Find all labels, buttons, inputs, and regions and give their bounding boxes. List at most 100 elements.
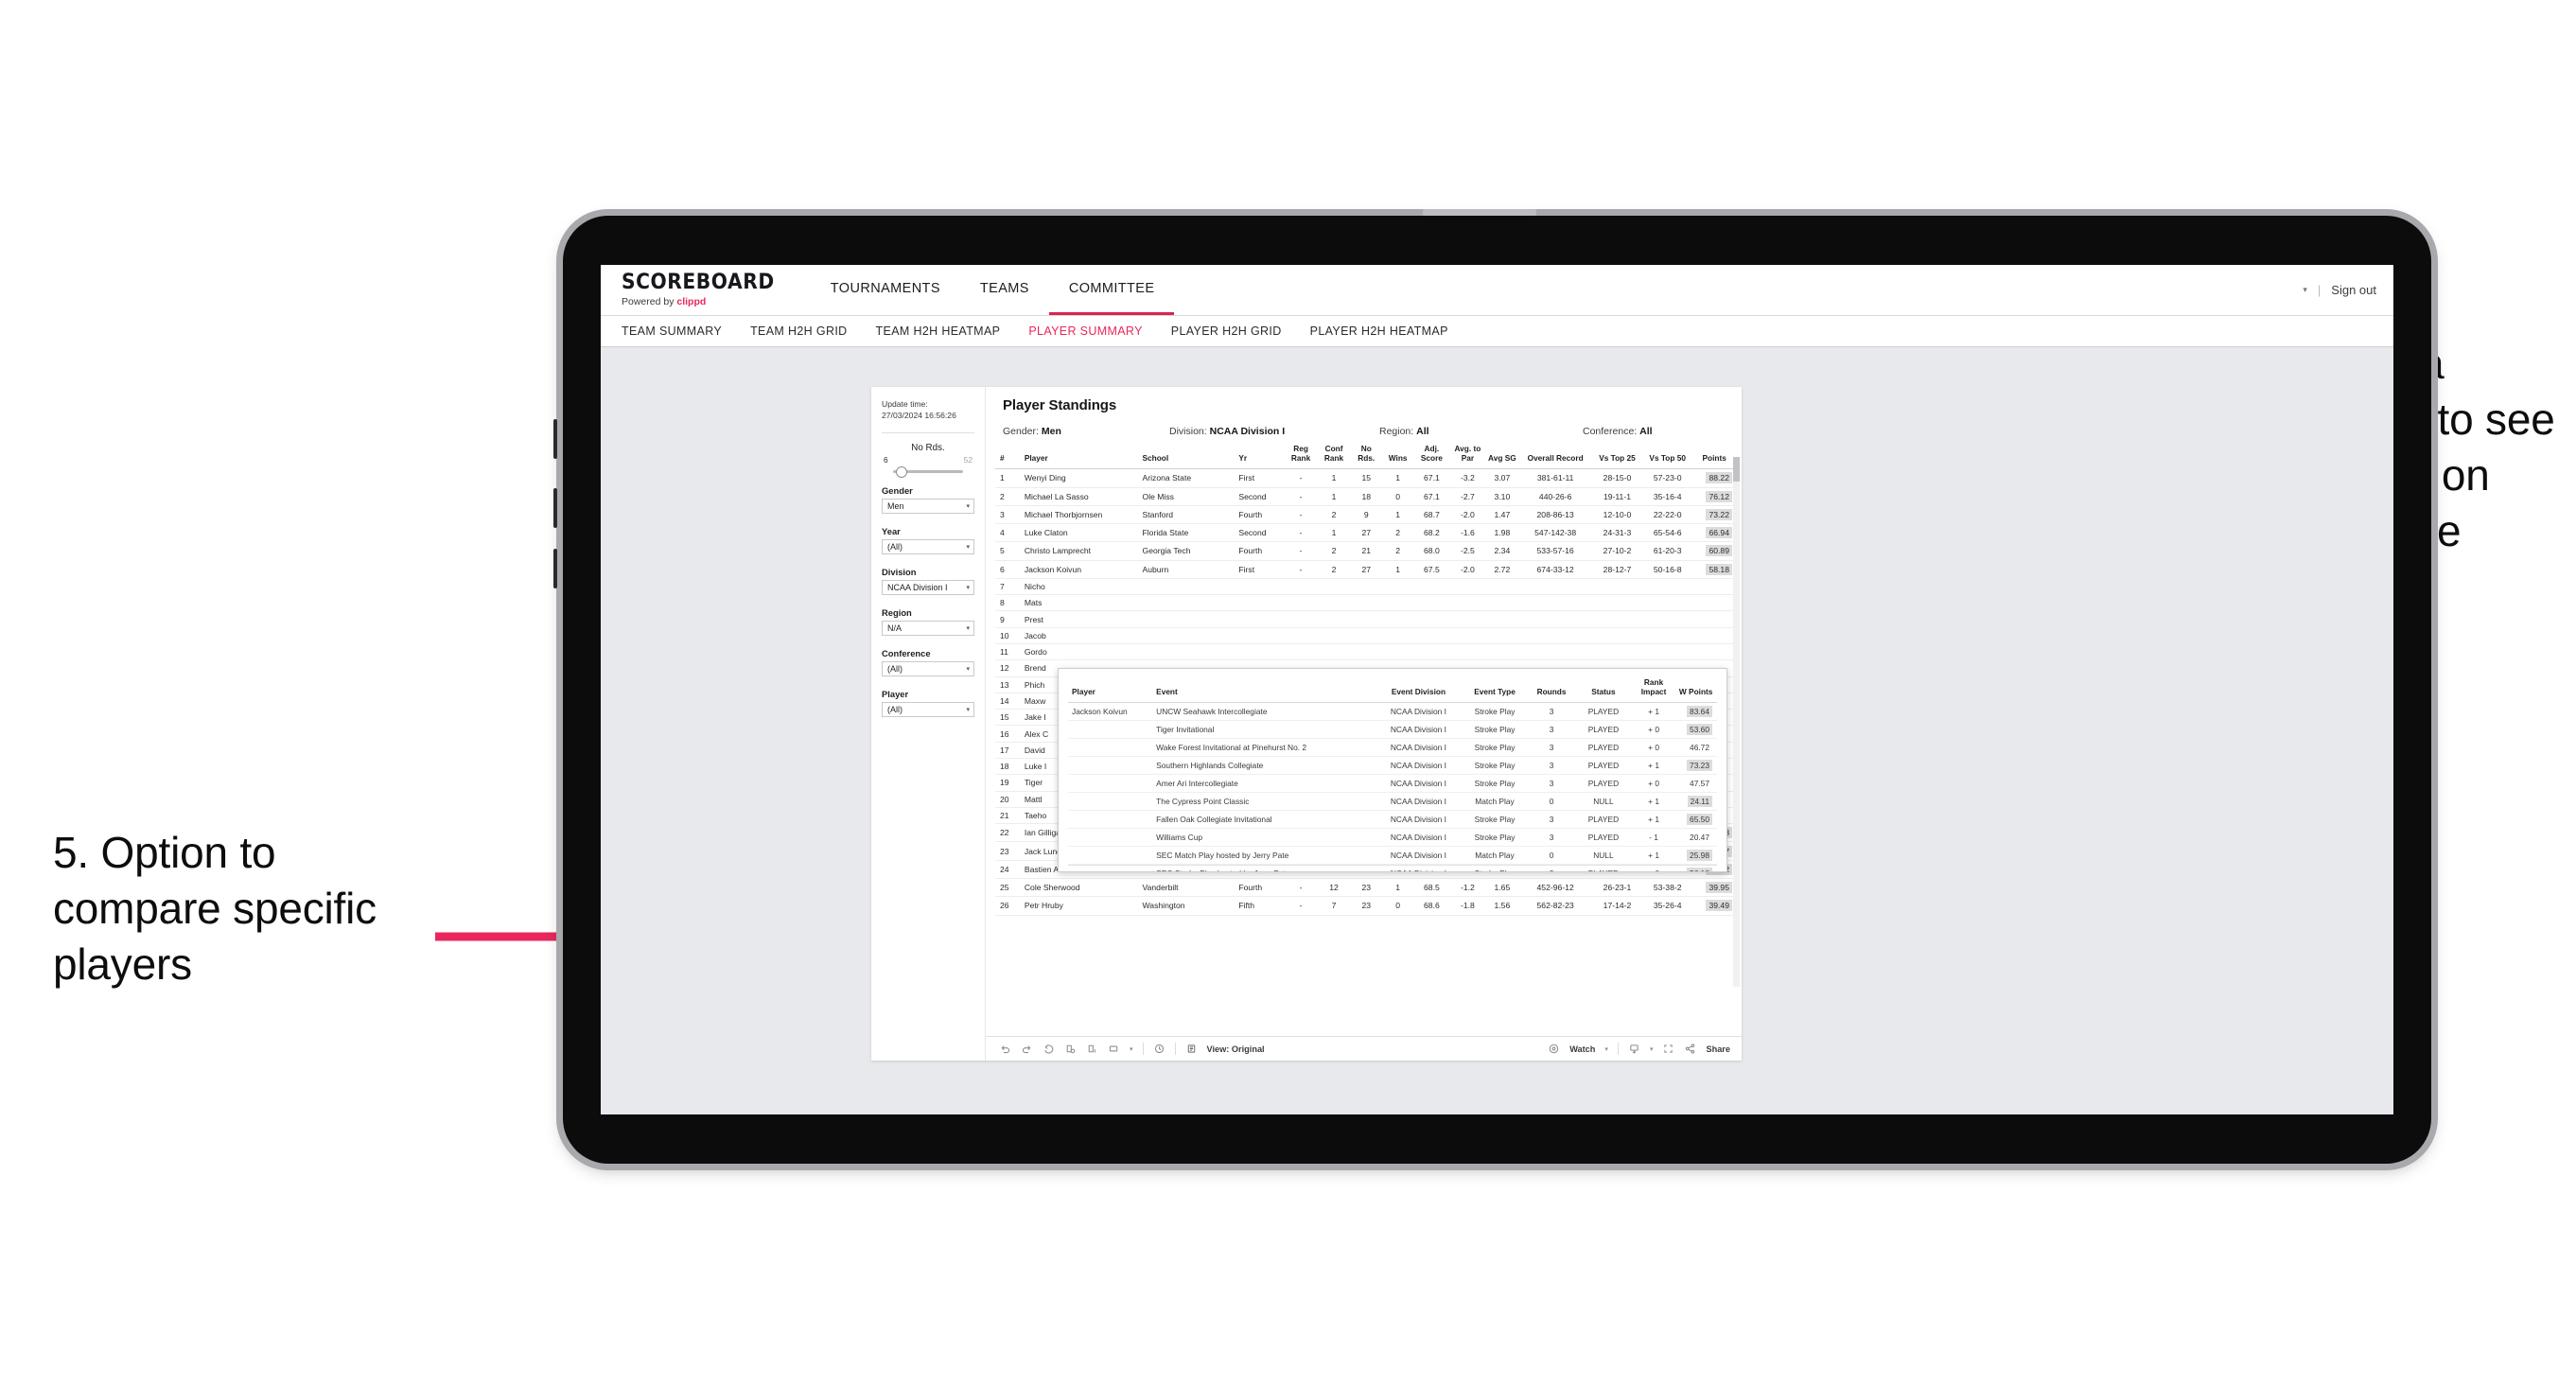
slider-track[interactable]	[893, 465, 963, 478]
points-cell[interactable]	[1692, 627, 1736, 645]
standings-table-scroll[interactable]: # Player School Yr Reg Rank Conf Rank No…	[986, 437, 1742, 1036]
fullscreen-icon[interactable]	[1662, 1043, 1674, 1055]
col-school[interactable]: School	[1137, 437, 1235, 470]
table-row[interactable]: 4 Luke Claton Florida State Second -1 27 2 68.2…	[995, 523, 1736, 543]
rank-cell: 1	[995, 468, 1020, 488]
view-original-label[interactable]: View: Original	[1207, 1044, 1265, 1054]
table-row[interactable]: 2 Michael La Sasso Ole Miss Second -1 18 0 67.1…	[995, 487, 1736, 506]
app-header: SCOREBOARD Powered by clippd TOURNAMENTS…	[601, 265, 2393, 316]
vs-top-50-cell: 57-23-0	[1642, 468, 1693, 488]
col-vs-top-25[interactable]: Vs Top 25	[1591, 437, 1643, 470]
update-time-label: Update time:	[882, 399, 928, 409]
col-avg-sg[interactable]: Avg SG	[1485, 437, 1519, 470]
col-adj-score[interactable]: Adj. Score	[1413, 437, 1450, 470]
device-preview-icon[interactable]	[1108, 1043, 1120, 1055]
chevron-down-icon[interactable]: ▾	[1130, 1045, 1133, 1053]
avg-to-par-cell	[1449, 610, 1486, 628]
table-row[interactable]: 5 Christo Lamprecht Georgia Tech Fourth -2 21…	[995, 541, 1736, 561]
avg-to-par-cell: -1.2	[1449, 878, 1486, 898]
subnav-team-summary[interactable]: TEAM SUMMARY	[622, 325, 722, 338]
table-row[interactable]: 8 Mats	[995, 594, 1736, 612]
player-cell: Michael La Sasso	[1019, 487, 1138, 506]
nav-committee[interactable]: COMMITTEE	[1048, 265, 1175, 315]
points-cell[interactable]	[1692, 610, 1736, 628]
no-rounds-slider[interactable]: No Rds. 6 52	[882, 443, 974, 478]
points-cell[interactable]: 73.22	[1692, 505, 1736, 525]
subnav-player-h2h-grid[interactable]: PLAYER H2H GRID	[1171, 325, 1282, 338]
revert-icon[interactable]	[1043, 1043, 1055, 1055]
rank-cell: 4	[995, 523, 1020, 543]
col-wins[interactable]: Wins	[1381, 437, 1414, 470]
redo-icon[interactable]	[1021, 1043, 1033, 1055]
table-row[interactable]: 1 Wenyi Ding Arizona State First -1 15 1 67.1 -3…	[995, 468, 1736, 488]
refresh-icon[interactable]	[1064, 1043, 1077, 1055]
share-icon[interactable]	[1684, 1043, 1696, 1055]
points-cell[interactable]: 39.95	[1692, 878, 1736, 898]
table-row[interactable]: 7 Nicho	[995, 578, 1736, 596]
points-cell[interactable]: 58.18	[1692, 560, 1736, 579]
table-row[interactable]: 26 Petr Hruby Washington Fifth -7 23 0 68.6 -1.8…	[995, 896, 1736, 916]
nav-tournaments[interactable]: TOURNAMENTS	[811, 265, 960, 315]
points-cell[interactable]: 88.22	[1692, 468, 1736, 488]
filter-region-select[interactable]: N/A ▾	[882, 621, 974, 637]
points-cell[interactable]	[1692, 578, 1736, 596]
history-icon[interactable]	[1153, 1043, 1165, 1055]
table-row[interactable]: 10 Jacob	[995, 627, 1736, 645]
points-cell[interactable]: 76.12	[1692, 487, 1736, 506]
points-cell[interactable]	[1692, 643, 1736, 661]
undo-icon[interactable]	[999, 1043, 1011, 1055]
sign-out-link[interactable]: Sign out	[2331, 283, 2376, 297]
tooltip-type-cell: Stroke Play	[1461, 738, 1530, 758]
nav-teams[interactable]: TEAMS	[960, 265, 1049, 315]
chevron-down-icon[interactable]: ▾	[1604, 1045, 1608, 1053]
col-yr[interactable]: Yr	[1234, 437, 1285, 470]
filter-gender-select[interactable]: Men ▾	[882, 499, 974, 515]
pause-updates-icon[interactable]	[1086, 1043, 1098, 1055]
subnav-team-h2h-heatmap[interactable]: TEAM H2H HEATMAP	[876, 325, 1001, 338]
chevron-down-icon[interactable]: ▾	[2303, 285, 2307, 295]
points-cell[interactable]	[1692, 594, 1736, 612]
filter-conference-select[interactable]: (All) ▾	[882, 661, 974, 677]
subnav-player-h2h-heatmap[interactable]: PLAYER H2H HEATMAP	[1310, 325, 1448, 338]
table-row[interactable]: 25 Cole Sherwood Vanderbilt Fourth -12 23 1 68.…	[995, 878, 1736, 898]
filter-division: Division NCAA Division I ▾	[882, 567, 974, 596]
table-scrollbar[interactable]	[1733, 457, 1740, 987]
meta-region-label: Region:	[1379, 426, 1414, 437]
avg-to-par-cell	[1449, 594, 1486, 612]
points-value: 88.22	[1706, 472, 1732, 484]
filter-player-select[interactable]: (All) ▾	[882, 702, 974, 718]
filter-year-select[interactable]: (All) ▾	[882, 539, 974, 555]
adj-score-cell: 67.1	[1413, 487, 1450, 506]
subnav-player-summary[interactable]: PLAYER SUMMARY	[1028, 325, 1142, 338]
points-cell[interactable]: 66.94	[1692, 523, 1736, 543]
school-cell: Georgia Tech	[1137, 541, 1235, 561]
points-cell[interactable]: 60.89	[1692, 541, 1736, 561]
watch-icon[interactable]	[1548, 1043, 1560, 1055]
tooltip-division-cell: NCAA Division I	[1376, 720, 1462, 740]
table-row[interactable]: 9 Prest	[995, 610, 1736, 628]
slider-handle[interactable]	[895, 465, 907, 478]
view-icon[interactable]	[1185, 1043, 1198, 1055]
col-no-rds[interactable]: No Rds.	[1350, 437, 1382, 470]
download-icon[interactable]	[1628, 1043, 1640, 1055]
share-label[interactable]: Share	[1706, 1044, 1730, 1054]
filter-division-select[interactable]: NCAA Division I ▾	[882, 580, 974, 596]
brand-logo[interactable]: SCOREBOARD Powered by clippd	[601, 265, 811, 315]
table-row[interactable]: 3 Michael Thorbjornsen Stanford Fourth -2 9 1 6…	[995, 505, 1736, 525]
col-vs-top-50[interactable]: Vs Top 50	[1642, 437, 1693, 470]
scrollbar-thumb[interactable]	[1733, 457, 1740, 482]
col-conf-rank[interactable]: Conf Rank	[1317, 437, 1351, 470]
chevron-down-icon[interactable]: ▾	[1650, 1045, 1654, 1053]
col-player[interactable]: Player	[1019, 437, 1138, 470]
table-row[interactable]: 6 Jackson Koivun Auburn First -2 27 1 67.5 -2.0 2…	[995, 560, 1736, 579]
subnav-team-h2h-grid[interactable]: TEAM H2H GRID	[750, 325, 847, 338]
tooltip-player-cell	[1068, 720, 1153, 740]
table-row[interactable]: 11 Gordo	[995, 643, 1736, 661]
col-points[interactable]: Points	[1692, 437, 1736, 470]
col-overall-record[interactable]: Overall Record	[1518, 437, 1592, 470]
watch-label[interactable]: Watch	[1569, 1044, 1595, 1054]
col-reg-rank[interactable]: Reg Rank	[1284, 437, 1318, 470]
col-rank[interactable]: #	[995, 437, 1020, 470]
points-cell[interactable]: 39.49	[1692, 896, 1736, 916]
col-avg-to-par[interactable]: Avg. to Par	[1449, 437, 1486, 470]
